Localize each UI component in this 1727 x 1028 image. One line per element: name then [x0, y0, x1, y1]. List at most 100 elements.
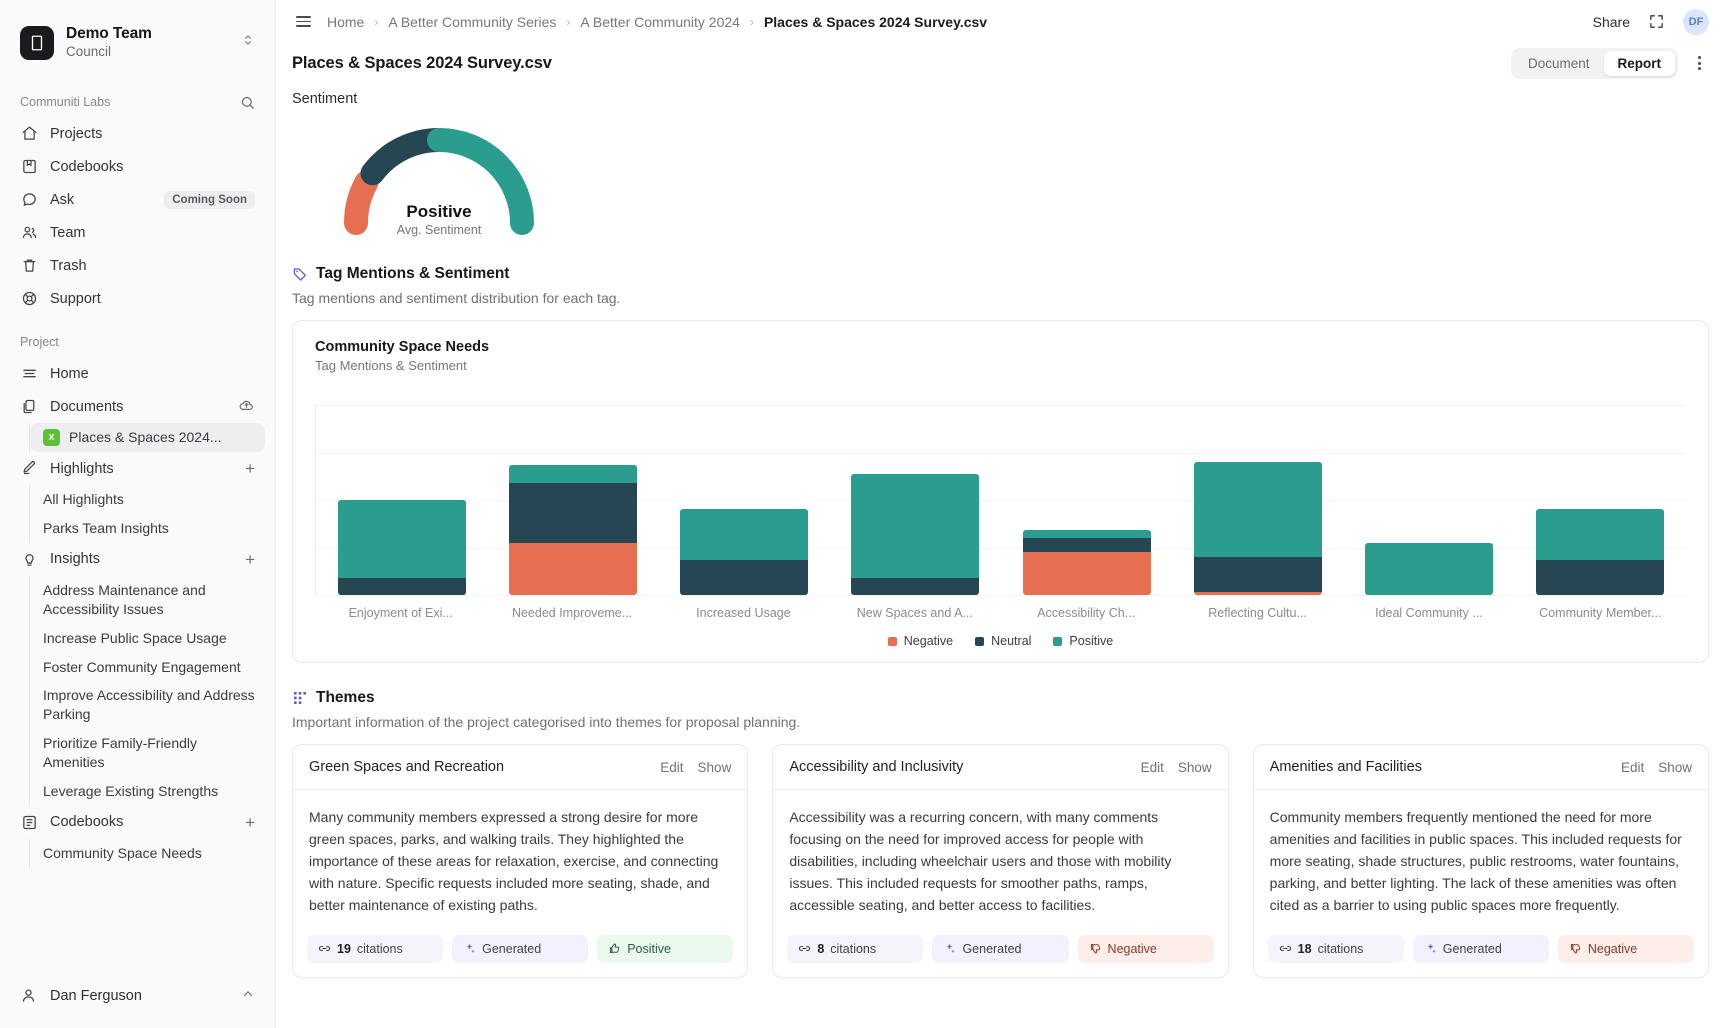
breadcrumb-item-current: Places & Spaces 2024 Survey.csv	[763, 13, 988, 30]
citations-chip[interactable]: 18 citations	[1267, 934, 1404, 963]
sidebar-insight-item[interactable]: Foster Community Engagement	[30, 653, 265, 682]
chart-bar-column[interactable]	[1344, 405, 1515, 595]
theme-card-header: Amenities and Facilities Edit Show	[1253, 745, 1708, 790]
team-switcher[interactable]: Demo Team Council	[12, 16, 263, 69]
legend-item-negative[interactable]: Negative	[887, 634, 953, 648]
upload-cloud-icon[interactable]	[238, 397, 255, 417]
sidebar-insight-item[interactable]: Address Maintenance and Accessibility Is…	[30, 576, 265, 624]
tab-document[interactable]: Document	[1514, 51, 1604, 76]
sentiment-chip[interactable]: Positive	[597, 934, 734, 963]
team-name: Demo Team	[66, 25, 152, 42]
chart-x-label: Accessibility Ch...	[1037, 606, 1136, 620]
theme-edit-button[interactable]: Edit	[1621, 760, 1644, 775]
tab-report[interactable]: Report	[1603, 50, 1675, 76]
sparkles-icon	[943, 942, 956, 955]
sidebar-child-label: Parks Team Insights	[43, 520, 169, 537]
sentiment-chip[interactable]: Negative	[1077, 934, 1214, 963]
share-button[interactable]: Share	[1593, 14, 1630, 30]
sidebar-insight-item[interactable]: Improve Accessibility and Address Parkin…	[30, 681, 265, 729]
tag-section-description: Tag mentions and sentiment distribution …	[292, 290, 621, 306]
sidebar-item-projects[interactable]: Projects	[10, 117, 265, 150]
theme-edit-button[interactable]: Edit	[660, 760, 683, 775]
sidebar-item-label: Insights	[50, 551, 100, 568]
kebab-menu-icon[interactable]	[1690, 50, 1709, 76]
hamburger-icon[interactable]	[292, 12, 315, 31]
breadcrumb-item-series[interactable]: A Better Community Series	[388, 14, 556, 30]
chart-bar-segment-negative	[508, 543, 637, 595]
avatar[interactable]: DF	[1683, 8, 1709, 35]
breadcrumb-item-community-2024[interactable]: A Better Community 2024	[580, 14, 740, 30]
generated-chip[interactable]: Generated	[452, 934, 589, 963]
chevron-up-down-icon	[241, 33, 255, 52]
sidebar-item-codebooks-project[interactable]: Codebooks +	[10, 806, 265, 839]
sidebar-child-label: Community Space Needs	[43, 844, 202, 861]
legend-item-neutral[interactable]: Neutral	[975, 634, 1031, 648]
legend-item-positive[interactable]: Positive	[1053, 634, 1113, 648]
plus-icon[interactable]: +	[245, 551, 255, 568]
building-icon	[20, 25, 54, 60]
sentiment-chip[interactable]: Negative	[1557, 934, 1694, 963]
chart-bar-segment-negative	[1022, 551, 1151, 595]
chart-x-label: Needed Improveme...	[511, 606, 633, 620]
sidebar-item-highlights[interactable]: Highlights +	[10, 452, 265, 485]
generated-chip[interactable]: Generated	[1412, 934, 1549, 963]
view-mode-switch: Document Report	[1510, 47, 1678, 79]
generated-chip[interactable]: Generated	[932, 934, 1069, 963]
sidebar-highlight-parks[interactable]: Parks Team Insights	[30, 514, 265, 543]
sidebar-document-places-spaces[interactable]: x Places & Spaces 2024...	[30, 423, 265, 453]
sidebar-item-home[interactable]: Home	[10, 357, 265, 390]
sidebar-codebook-community-space-needs[interactable]: Community Space Needs	[30, 839, 265, 868]
chart-bar-column[interactable]	[1001, 405, 1172, 595]
theme-show-button[interactable]: Show	[698, 760, 732, 775]
sidebar-item-ask[interactable]: Ask Coming Soon	[10, 183, 265, 216]
sidebar-item-trash[interactable]: Trash	[10, 249, 265, 282]
generated-label: Generated	[482, 941, 542, 956]
sidebar-item-documents[interactable]: Documents	[10, 390, 265, 423]
plus-icon[interactable]: +	[245, 460, 255, 477]
chart-bar-column[interactable]	[1172, 405, 1343, 595]
sentiment-label: Positive	[627, 941, 671, 956]
sidebar-item-team[interactable]: Team	[10, 216, 265, 249]
sidebar-insight-item[interactable]: Increase Public Space Usage	[30, 624, 265, 653]
chart-bar-column[interactable]	[659, 405, 830, 595]
sidebar: Demo Team Council Communiti Labs Project…	[0, 0, 276, 1028]
chart-bar-column[interactable]	[316, 405, 487, 595]
plus-icon[interactable]: +	[245, 814, 255, 831]
chart-bars	[316, 405, 1686, 595]
tag-icon	[292, 266, 308, 282]
theme-edit-button[interactable]: Edit	[1141, 760, 1164, 775]
tag-chart-card: Community Space Needs Tag Mentions & Sen…	[292, 320, 1709, 663]
citations-label: citations	[356, 941, 403, 956]
expand-icon[interactable]	[1648, 13, 1665, 30]
legend-swatch	[975, 636, 985, 646]
theme-show-button[interactable]: Show	[1178, 760, 1212, 775]
generated-label: Generated	[1442, 941, 1502, 956]
sidebar-user-menu[interactable]: Dan Ferguson	[10, 972, 265, 1018]
citations-chip[interactable]: 8 citations	[787, 934, 924, 963]
chart-x-label: Reflecting Cultu...	[1208, 606, 1307, 620]
sidebar-highlight-all[interactable]: All Highlights	[30, 485, 265, 514]
themes-section-description: Important information of the project cat…	[292, 714, 801, 730]
report-content: Sentiment Positive Avg. Sentiment Tag Me…	[276, 83, 1727, 1028]
sidebar-item-label: Trash	[50, 257, 87, 274]
search-icon[interactable]	[240, 95, 255, 110]
citations-chip[interactable]: 19 citations	[307, 934, 444, 963]
theme-card-header: Accessibility and Inclusivity Edit Show	[773, 745, 1228, 790]
sidebar-insight-item[interactable]: Leverage Existing Strengths	[30, 777, 265, 806]
chart-bar-segment-positive	[1193, 462, 1322, 558]
breadcrumb-item-home[interactable]: Home	[327, 14, 364, 30]
theme-show-button[interactable]: Show	[1658, 760, 1692, 775]
link-icon	[798, 942, 811, 955]
chart-bar-column[interactable]	[487, 405, 658, 595]
sidebar-item-codebooks-labs[interactable]: Codebooks	[10, 150, 265, 183]
gridline	[316, 595, 1686, 596]
breadcrumb-separator: ›	[749, 14, 754, 29]
sidebar-item-insights[interactable]: Insights +	[10, 543, 265, 576]
sidebar-item-support[interactable]: Support	[10, 282, 265, 315]
breadcrumb-separator: ›	[374, 14, 379, 29]
sidebar-insight-item[interactable]: Prioritize Family-Friendly Amenities	[30, 729, 265, 777]
chart-bar-column[interactable]	[1515, 405, 1686, 595]
labs-section-title: Communiti Labs	[20, 95, 111, 110]
chart-bar-column[interactable]	[830, 405, 1001, 595]
project-section-title: Project	[20, 335, 59, 350]
